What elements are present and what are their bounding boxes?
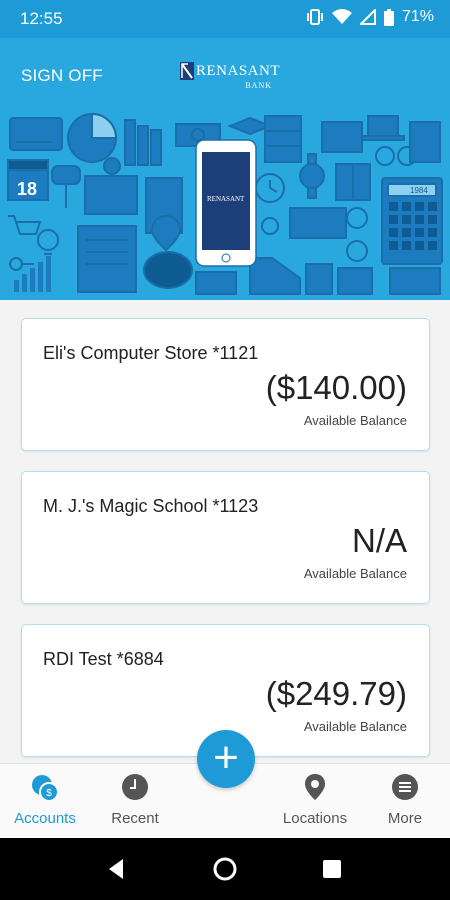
building-icon (249, 257, 301, 295)
nav-more[interactable]: More (360, 764, 450, 839)
laptop-icon (367, 115, 399, 137)
coin-icon (261, 217, 279, 235)
brand-name: RENASANT (196, 63, 281, 79)
home-icon[interactable] (206, 850, 244, 888)
form-icon (77, 225, 137, 293)
battery-percent: 71% (401, 8, 434, 25)
nav-recent[interactable]: Recent (90, 764, 180, 839)
battery-icon (383, 8, 394, 26)
lightbulb-icon (37, 229, 59, 251)
available-balance-label: Available Balance (303, 413, 407, 428)
register-icon (84, 175, 138, 215)
renasant-mark-icon (180, 62, 194, 80)
person-icon (346, 207, 368, 229)
status-bar: 12:55 71% (0, 0, 450, 38)
piggy-bank-icon (143, 251, 193, 289)
account-balance: N/A (351, 522, 407, 559)
documents-icon (409, 121, 441, 163)
cabinet-icon (264, 115, 302, 163)
calendar-day: 18 (17, 179, 38, 199)
system-navigation-bar (0, 838, 450, 900)
account-balance: ($249.79) (265, 675, 407, 712)
account-name: Eli's Computer Store *1121 (43, 343, 259, 363)
phone-brand-label: RENASANT (207, 195, 245, 203)
glasses-icon (375, 146, 395, 166)
vibrate-icon (306, 9, 323, 25)
nav-locations-label: Locations (282, 810, 348, 827)
status-time: 12:55 (20, 9, 63, 28)
folder-icon (321, 121, 363, 153)
svg-text:$: $ (46, 788, 52, 799)
account-name: RDI Test *6884 (43, 649, 164, 669)
header-banner: SIGN OFF RENASANT BANK RENASANT 1984 18 (0, 38, 450, 300)
nav-accounts[interactable]: $ Accounts (0, 764, 90, 839)
key-icon (9, 257, 23, 271)
status-icons: 71% (306, 8, 434, 26)
map-pin-icon (305, 774, 325, 800)
smartphone-icon (195, 139, 257, 267)
cart-icon (8, 215, 42, 235)
available-balance-label: Available Balance (303, 719, 407, 734)
brand-logo: RENASANT BANK (178, 60, 281, 94)
nav-accounts-label: Accounts (14, 810, 76, 827)
watch-icon (299, 163, 325, 189)
map-pin-icon (150, 214, 182, 252)
credit-card-icon (9, 117, 63, 151)
nav-more-label: More (387, 810, 423, 827)
bar-chart-icon (14, 256, 51, 292)
signal-icon (359, 9, 376, 25)
account-card[interactable]: M. J.'s Magic School *1123 N/A Available… (21, 471, 430, 604)
sign-off-button[interactable]: SIGN OFF (21, 66, 103, 86)
account-card[interactable]: Eli's Computer Store *1121 ($140.00) Ava… (21, 318, 430, 451)
nav-recent-label: Recent (111, 810, 159, 827)
account-balance: ($140.00) (265, 369, 407, 406)
mailbox-icon (51, 165, 81, 185)
calculator-display: 1984 (410, 186, 428, 195)
plus-icon: + (213, 733, 239, 782)
add-button[interactable]: + (197, 730, 255, 788)
radio-icon (195, 271, 237, 295)
back-icon[interactable] (97, 850, 135, 888)
check-icon (289, 207, 347, 239)
nav-locations[interactable]: Locations (270, 764, 360, 839)
menu-icon (392, 774, 418, 800)
brand-subtitle: BANK (245, 81, 272, 90)
accounts-icon: $ (32, 775, 59, 802)
recents-icon[interactable] (313, 850, 351, 888)
clock-icon (122, 774, 148, 800)
banking-illustration (7, 112, 443, 295)
available-balance-label: Available Balance (303, 566, 407, 581)
wifi-icon (331, 9, 352, 24)
account-name: M. J.'s Magic School *1123 (43, 496, 259, 516)
books-icon (124, 119, 136, 166)
